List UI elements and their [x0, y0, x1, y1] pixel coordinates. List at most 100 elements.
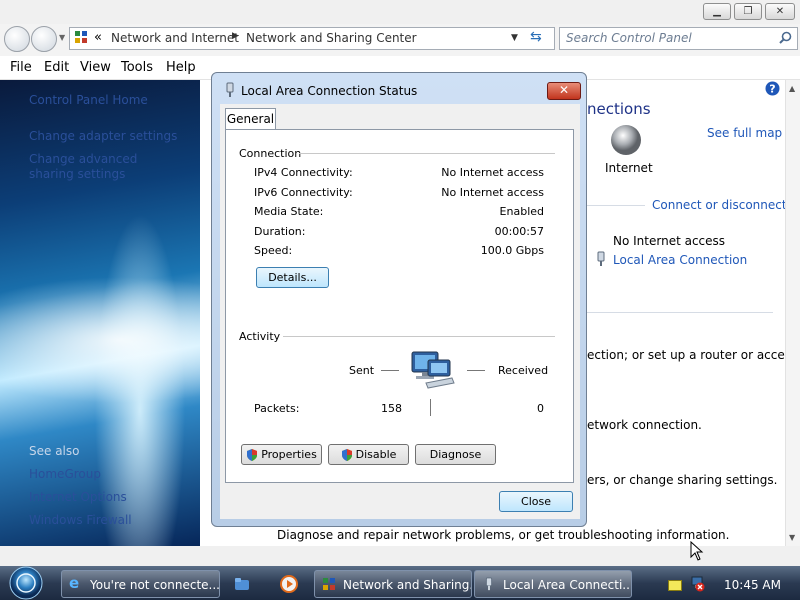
breadcrumb-separator-icon[interactable]: ▶	[232, 31, 239, 41]
close-button[interactable]: Close	[499, 491, 573, 512]
properties-button-label: Properties	[261, 448, 317, 461]
network-status-icon[interactable]	[688, 576, 706, 592]
local-area-connection-link[interactable]: Local Area Connection	[613, 253, 747, 267]
forward-button[interactable]	[31, 26, 57, 52]
connection-group-heading: Connection	[239, 147, 302, 160]
search-placeholder: Search Control Panel	[566, 31, 692, 45]
svg-text:?: ?	[769, 83, 775, 96]
scroll-down-icon[interactable]: ▼	[789, 533, 795, 542]
window-titlebar	[0, 0, 800, 24]
ipv6-value: No Internet access	[441, 186, 544, 199]
taskbar-item-local-area-label: Local Area Connecti...	[503, 578, 632, 592]
internet-label: Internet	[605, 161, 653, 175]
sharing-options-text: ers, or change sharing settings.	[587, 473, 778, 487]
packets-sent-value: 158	[381, 402, 402, 415]
received-line	[467, 370, 485, 371]
taskbar-item-ie[interactable]: e You're not connecte...	[61, 570, 220, 598]
received-label: Received	[498, 364, 549, 377]
refresh-icon[interactable]: ⇆	[530, 29, 542, 45]
setup-connection-text: ection; or set up a router or access	[587, 348, 798, 362]
dialog-network-icon	[226, 82, 234, 97]
breadcrumb-overflow[interactable]: «	[94, 30, 102, 45]
change-adapter-settings-link[interactable]: Change adapter settings	[29, 129, 177, 143]
access-type-value: No Internet access	[613, 234, 726, 248]
change-advanced-sharing-link[interactable]: Change advanced sharing settings	[29, 152, 179, 182]
media-player-icon[interactable]	[280, 575, 298, 593]
internet-globe-icon	[611, 125, 641, 155]
start-orb-icon[interactable]	[6, 566, 46, 600]
minimize-button[interactable]: ▁	[703, 3, 731, 20]
address-dropdown-icon[interactable]: ▼	[511, 33, 518, 43]
vertical-scrollbar[interactable]: ▲ ▼	[785, 80, 800, 546]
speed-value: 100.0 Gbps	[480, 244, 544, 257]
menu-view[interactable]: View	[80, 60, 111, 75]
maximize-button[interactable]: ❐	[734, 3, 762, 20]
help-icon[interactable]: ?	[765, 81, 780, 96]
left-pane: Control Panel Home Change adapter settin…	[0, 80, 200, 546]
search-icon[interactable]	[779, 31, 792, 44]
media-state-value: Enabled	[499, 205, 544, 218]
control-panel-icon	[323, 578, 335, 590]
tab-panel	[225, 129, 574, 483]
activity-group-heading: Activity	[239, 330, 281, 343]
taskbar-item-ie-label: You're not connecte...	[90, 578, 220, 592]
internet-explorer-icon: e	[69, 574, 80, 592]
scroll-up-icon[interactable]: ▲	[789, 84, 795, 93]
control-panel-icon	[75, 31, 87, 43]
connect-disconnect-link[interactable]: Connect or disconnect	[652, 198, 787, 212]
breadcrumb-sharing-center[interactable]: Network and Sharing Center	[246, 31, 417, 45]
dialog-title: Local Area Connection Status	[241, 84, 418, 98]
media-state-label: Media State:	[254, 205, 324, 218]
breadcrumb-network-internet[interactable]: Network and Internet	[111, 31, 239, 45]
properties-button[interactable]: Properties	[241, 444, 322, 465]
tab-general[interactable]: General	[225, 108, 276, 130]
explorer-folder-icon[interactable]	[234, 576, 250, 592]
disable-button-label: Disable	[355, 448, 397, 461]
menu-tools[interactable]: Tools	[121, 60, 153, 75]
troubleshoot-text: Diagnose and repair network problems, or…	[277, 528, 730, 542]
homegroup-link[interactable]: HomeGroup	[29, 467, 101, 481]
window-close-button[interactable]: ✕	[765, 3, 795, 20]
network-activity-icon	[411, 351, 455, 389]
duration-value: 00:00:57	[494, 225, 544, 238]
disable-button[interactable]: Disable	[328, 444, 409, 465]
main-heading: nections	[587, 100, 651, 118]
ethernet-icon	[597, 251, 605, 266]
menu-file[interactable]: File	[10, 60, 32, 75]
menu-edit[interactable]: Edit	[44, 60, 69, 75]
sent-label: Sent	[349, 364, 375, 377]
sent-line	[381, 370, 399, 371]
ipv6-label: IPv6 Connectivity:	[254, 186, 353, 199]
internet-options-link[interactable]: Internet Options	[29, 490, 127, 504]
taskbar-item-network-sharing[interactable]: Network and Sharing...	[314, 570, 472, 598]
uac-shield-icon	[247, 449, 258, 461]
clock[interactable]: 10:45 AM	[724, 578, 781, 592]
back-button[interactable]	[4, 26, 30, 52]
see-also-heading: See also	[29, 444, 80, 458]
action-center-icon[interactable]	[668, 580, 682, 591]
recent-pages-icon[interactable]: ▼	[59, 33, 65, 42]
uac-shield-icon	[341, 449, 352, 461]
duration-label: Duration:	[254, 225, 306, 238]
section-divider-2	[587, 312, 773, 313]
mouse-cursor-icon	[690, 541, 704, 561]
ethernet-icon	[485, 577, 493, 591]
taskbar-item-network-sharing-label: Network and Sharing...	[343, 578, 472, 592]
see-full-map-link[interactable]: See full map	[707, 126, 782, 140]
windows-firewall-link[interactable]: Windows Firewall	[29, 513, 132, 527]
ipv4-label: IPv4 Connectivity:	[254, 166, 353, 179]
section-divider	[587, 205, 645, 206]
ipv4-value: No Internet access	[441, 166, 544, 179]
dialog-close-icon[interactable]: ✕	[547, 82, 581, 100]
details-button[interactable]: Details...	[256, 267, 329, 288]
packets-label: Packets:	[254, 402, 300, 415]
control-panel-home-link[interactable]: Control Panel Home	[29, 93, 148, 107]
status-area	[0, 546, 800, 566]
connect-network-text: etwork connection.	[587, 418, 702, 432]
packets-divider	[430, 399, 431, 416]
taskbar-item-local-area[interactable]: Local Area Connecti...	[474, 570, 632, 598]
menu-help[interactable]: Help	[166, 60, 196, 75]
diagnose-button[interactable]: Diagnose	[415, 444, 496, 465]
activity-group-line	[283, 336, 555, 337]
connection-group-line	[299, 153, 555, 154]
